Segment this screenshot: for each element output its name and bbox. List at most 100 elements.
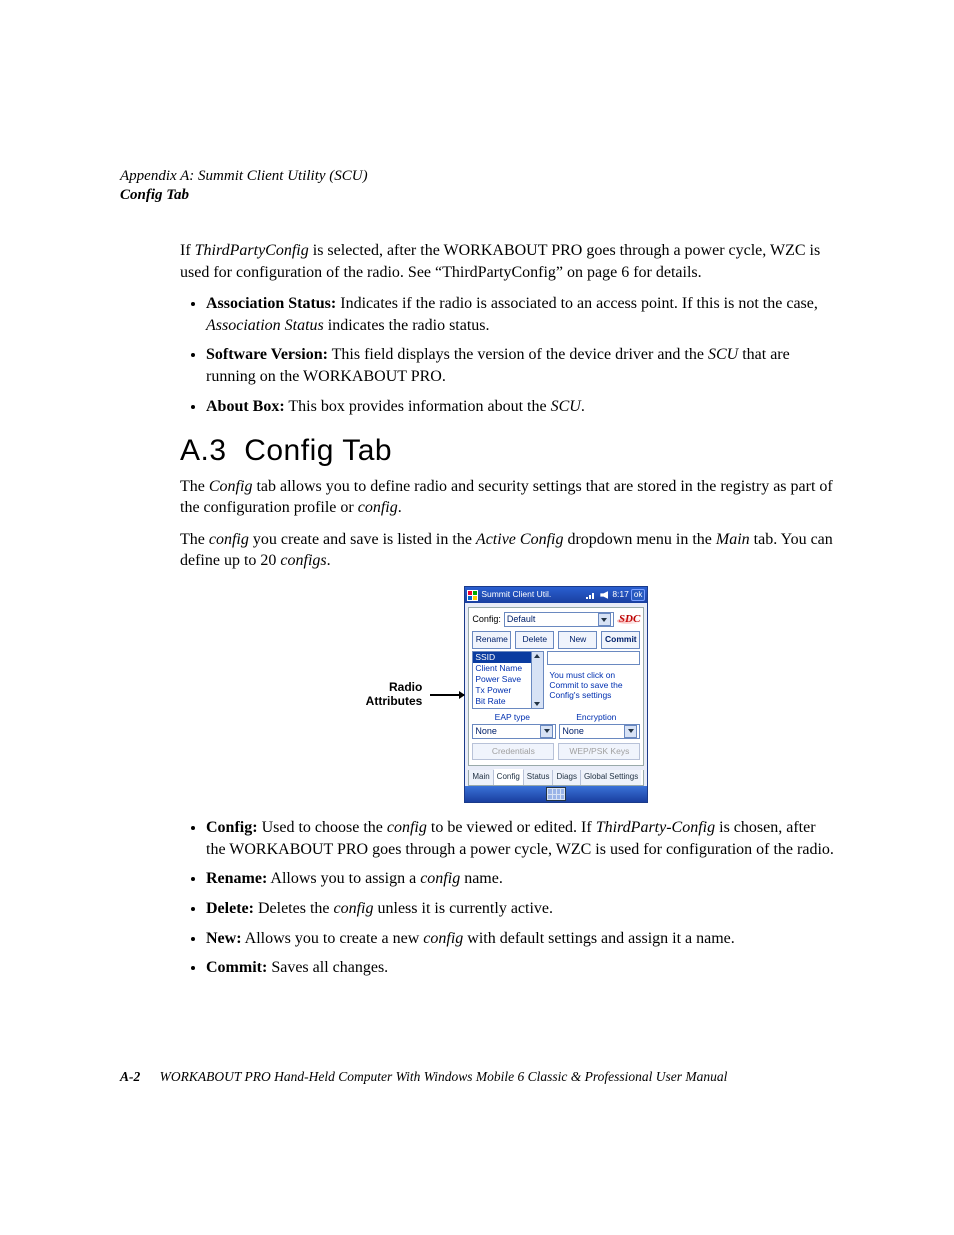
credentials-button[interactable]: Credentials — [472, 743, 554, 760]
text: This field displays the version of the d… — [328, 346, 708, 363]
chevron-down-icon — [624, 725, 637, 738]
bullet-list-bottom: Config: Used to choose the config to be … — [180, 817, 834, 979]
text: The — [180, 478, 209, 495]
text: Used to choose the — [258, 819, 387, 836]
text: . — [327, 552, 331, 569]
text: indicates the radio status. — [324, 317, 490, 334]
term: config — [387, 819, 427, 836]
bullet-config: Config: Used to choose the config to be … — [206, 817, 834, 860]
config-dropdown-value: Default — [507, 613, 536, 625]
bullet-label: Software Version: — [206, 346, 328, 363]
figure-config-tab: Radio Attributes Summit Client Util. 8:1… — [180, 586, 834, 803]
term: config — [209, 531, 249, 548]
bullet-about-box: About Box: This box provides information… — [206, 396, 834, 418]
scu-window: Summit Client Util. 8:17 ok Config: Defa… — [464, 586, 648, 803]
callout-line1: Radio — [389, 680, 422, 694]
sip-bar — [465, 786, 647, 802]
text: you create and save is listed in the — [249, 531, 476, 548]
term: Association Status — [206, 317, 324, 334]
term: Main — [716, 531, 750, 548]
start-icon[interactable] — [467, 590, 478, 601]
config-dropdown[interactable]: Default — [504, 612, 614, 627]
attribute-value-input[interactable] — [547, 651, 640, 665]
wep-psk-keys-button[interactable]: WEP/PSK Keys — [558, 743, 640, 760]
scu-tabs: Main Config Status Diags Global Settings — [468, 770, 644, 786]
text: If — [180, 242, 195, 259]
tab-main[interactable]: Main — [469, 770, 493, 785]
term: config — [358, 499, 398, 516]
text: . — [581, 398, 585, 415]
term-thirdpartyconfig: ThirdPartyConfig — [195, 242, 309, 259]
sdc-logo: SDC — [619, 612, 640, 627]
term: config — [423, 930, 463, 947]
term: ThirdParty-Config — [596, 819, 715, 836]
bullet-association-status: Association Status: Indicates if the rad… — [206, 293, 834, 336]
bullet-label: Delete: — [206, 900, 254, 917]
commit-button[interactable]: Commit — [601, 631, 640, 648]
bullet-commit: Commit: Saves all changes. — [206, 957, 834, 979]
text: name. — [460, 870, 503, 887]
running-header-line1: Appendix A: Summit Client Utility (SCU) — [120, 168, 834, 185]
scu-titlebar: Summit Client Util. 8:17 ok — [465, 587, 647, 603]
running-header-line2: Config Tab — [120, 187, 834, 204]
text: with default settings and assign it a na… — [463, 930, 735, 947]
bullet-label: Association Status: — [206, 295, 336, 312]
footer-text: WORKABOUT PRO Hand-Held Computer With Wi… — [160, 1069, 728, 1084]
new-button[interactable]: New — [558, 631, 597, 648]
bullet-label: New: — [206, 930, 242, 947]
ok-button[interactable]: ok — [631, 589, 645, 602]
text: unless it is currently active. — [374, 900, 554, 917]
eap-type-dropdown[interactable]: None — [472, 724, 556, 739]
bullet-label: About Box: — [206, 398, 285, 415]
section-title: Config Tab — [244, 434, 392, 467]
section-paragraph-2: The config you create and save is listed… — [180, 529, 834, 572]
term: SCU — [551, 398, 581, 415]
tab-diags[interactable]: Diags — [553, 770, 580, 785]
bullet-rename: Rename: Allows you to assign a config na… — [206, 868, 834, 890]
term: SCU — [708, 346, 738, 363]
text: Allows you to create a new — [242, 930, 424, 947]
callout-line2: Attributes — [366, 694, 423, 708]
text: This box provides information about the — [285, 398, 551, 415]
text: Saves all changes. — [267, 959, 388, 976]
text: tab allows you to define radio and secur… — [180, 478, 833, 517]
bullet-new: New: Allows you to create a new config w… — [206, 928, 834, 950]
text: to be viewed or edited. If — [427, 819, 596, 836]
section-paragraph-1: The Config tab allows you to define radi… — [180, 476, 834, 519]
bullet-delete: Delete: Deletes the config unless it is … — [206, 898, 834, 920]
text: Config's settings — [549, 690, 611, 700]
text: dropdown menu in the — [563, 531, 715, 548]
speaker-icon[interactable] — [600, 591, 608, 599]
radio-attributes-list[interactable]: SSID Client Name Power Save Tx Power Bit… — [472, 651, 544, 709]
text: Allows you to assign a — [267, 870, 420, 887]
scrollbar[interactable] — [531, 652, 543, 708]
term: Active Config — [476, 531, 564, 548]
encryption-label: Encryption — [552, 712, 640, 723]
tab-status[interactable]: Status — [524, 770, 554, 785]
signal-icon[interactable] — [586, 591, 596, 599]
delete-button[interactable]: Delete — [515, 631, 554, 648]
callout-radio-attributes: Radio Attributes — [366, 681, 423, 707]
term: Config — [209, 478, 253, 495]
term: config — [420, 870, 460, 887]
keyboard-icon[interactable] — [546, 787, 566, 801]
chevron-down-icon — [540, 725, 553, 738]
text: Indicates if the radio is associated to … — [336, 295, 818, 312]
page-footer: A-2 WORKABOUT PRO Hand-Held Computer Wit… — [120, 1069, 727, 1085]
encryption-dropdown[interactable]: None — [559, 724, 640, 739]
clock: 8:17 — [612, 589, 629, 600]
eap-type-label: EAP type — [472, 712, 552, 723]
text: Deletes the — [254, 900, 334, 917]
dropdown-value: None — [562, 725, 584, 737]
bullet-label: Rename: — [206, 870, 267, 887]
bullet-label: Config: — [206, 819, 258, 836]
dropdown-value: None — [475, 725, 497, 737]
bullet-list-top: Association Status: Indicates if the rad… — [180, 293, 834, 417]
tab-config[interactable]: Config — [494, 769, 524, 785]
rename-button[interactable]: Rename — [472, 631, 511, 648]
tab-global-settings[interactable]: Global Settings — [581, 770, 641, 785]
section-number: A.3 — [180, 434, 227, 467]
bullet-software-version: Software Version: This field displays th… — [206, 344, 834, 387]
term: config — [334, 900, 374, 917]
chevron-down-icon — [598, 613, 611, 626]
